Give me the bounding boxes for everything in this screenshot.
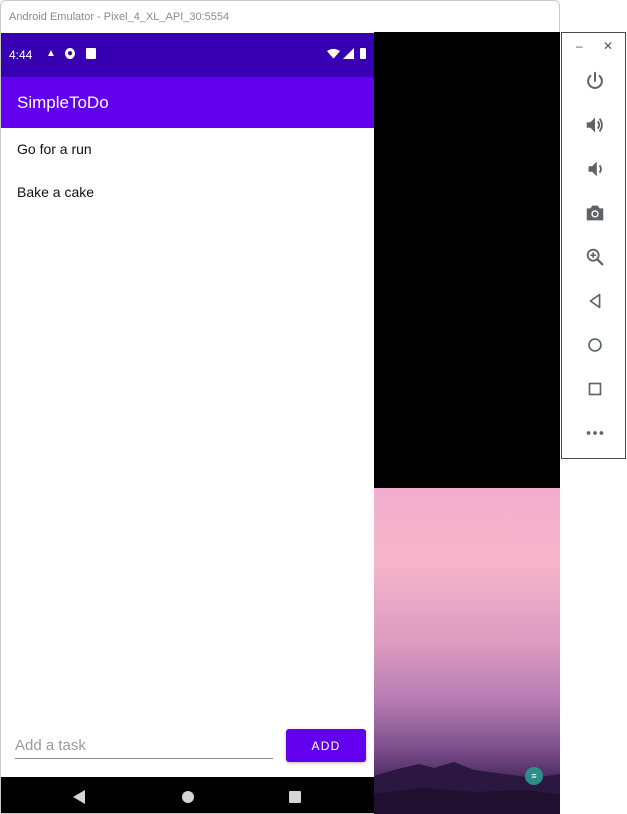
minimize-icon[interactable]: – <box>576 39 583 53</box>
list-item[interactable]: Go for a run <box>1 128 375 171</box>
back-icon <box>589 293 601 309</box>
task-list: Go for a run Bake a cake <box>1 128 375 214</box>
zoom-button[interactable] <box>581 243 609 271</box>
back-button[interactable] <box>581 287 609 315</box>
volume-down-button[interactable] <box>581 155 609 183</box>
screen-black-area <box>374 32 560 488</box>
home-icon <box>588 338 602 352</box>
phone-screen: 4:44 ▲ ● SimpleToDo Go for a run Bake a … <box>1 33 375 813</box>
add-button[interactable]: ADD <box>286 729 366 762</box>
zoom-icon <box>586 248 604 266</box>
power-icon <box>587 71 603 89</box>
notification-app-icon: ● <box>65 48 75 59</box>
volume-up-button[interactable] <box>581 111 609 139</box>
power-button[interactable] <box>581 67 609 95</box>
nav-home-icon[interactable] <box>182 791 194 803</box>
nav-back-icon[interactable] <box>73 790 85 804</box>
sd-card-icon <box>86 48 96 59</box>
close-icon[interactable]: ✕ <box>603 39 613 53</box>
wallpaper-image <box>374 488 560 814</box>
volume-up-icon <box>586 117 603 133</box>
signal-icon <box>343 48 354 59</box>
volume-down-icon <box>588 161 602 177</box>
more-button[interactable] <box>581 419 609 447</box>
home-button[interactable] <box>581 331 609 359</box>
notification-a-icon: ▲ <box>46 48 56 59</box>
window-title: Android Emulator - Pixel_4_XL_API_30:555… <box>1 1 559 33</box>
wifi-icon <box>327 48 340 59</box>
app-drawer-icon[interactable]: ≡ <box>525 767 543 785</box>
emulator-toolbar: – ✕ <box>561 32 626 459</box>
nav-recents-icon[interactable] <box>289 791 301 803</box>
navigation-bar <box>1 777 375 813</box>
app-bar: SimpleToDo <box>1 77 375 128</box>
overview-button[interactable] <box>581 375 609 403</box>
battery-icon <box>360 48 366 59</box>
app-title: SimpleToDo <box>17 93 109 112</box>
screenshot-button[interactable] <box>581 199 609 227</box>
more-icon <box>586 431 604 435</box>
overview-icon <box>588 382 602 396</box>
list-item[interactable]: Bake a cake <box>1 171 375 214</box>
task-input[interactable] <box>15 733 273 759</box>
camera-icon <box>586 205 604 221</box>
status-bar: 4:44 ▲ ● <box>1 33 375 77</box>
status-time: 4:44 <box>9 48 33 62</box>
